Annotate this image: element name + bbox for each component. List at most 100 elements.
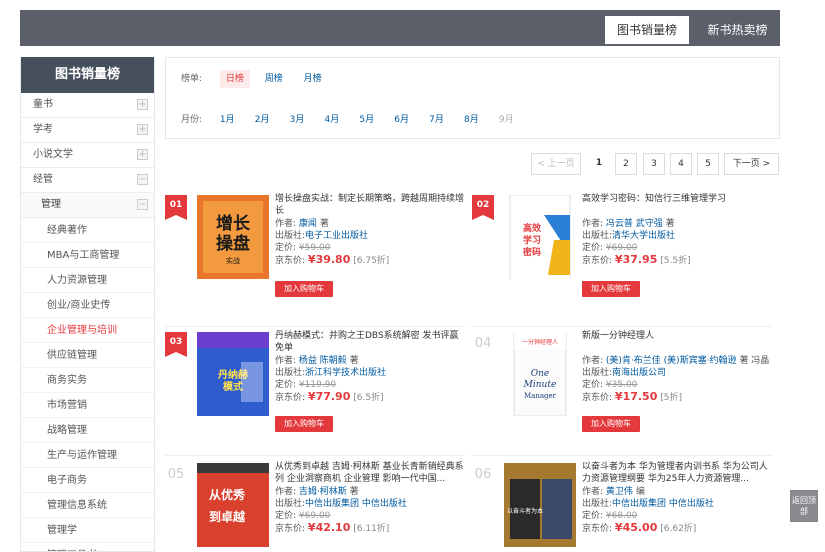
sidebar-leaf[interactable]: 供应链管理: [21, 343, 154, 368]
book-title[interactable]: 丹纳赫模式：并购之王DBS系统解密 发书评赢免单: [275, 330, 465, 354]
page-button[interactable]: 5: [697, 153, 719, 175]
board-option-daily[interactable]: 日榜: [219, 70, 250, 88]
category-label: 经管: [33, 174, 53, 185]
list-price-label: 定价:: [582, 243, 604, 253]
book-cover[interactable]: 以奋斗者为本: [504, 463, 576, 547]
sidebar-leaf[interactable]: 生产与运作管理: [21, 443, 154, 468]
page-button[interactable]: 2: [615, 153, 637, 175]
category-business[interactable]: 经管 −: [21, 168, 154, 193]
add-to-cart-button[interactable]: 加入购物车: [582, 416, 640, 432]
svg-text:以奋斗者为本: 以奋斗者为本: [507, 507, 543, 515]
board-option-weekly[interactable]: 周榜: [259, 70, 289, 88]
author-label: 作者:: [582, 219, 604, 229]
book-title[interactable]: 以奋斗者为本 华为管理者内训书系 华为公司人力资源管理纲要 华为25年人力资源管…: [582, 461, 772, 485]
add-to-cart-button[interactable]: 加入购物车: [582, 281, 640, 297]
add-to-cart-button[interactable]: 加入购物车: [275, 416, 333, 432]
sidebar-leaf[interactable]: 经典著作: [21, 218, 154, 243]
author-link[interactable]: 杨益 陈朝毅: [299, 356, 347, 366]
sidebar-leaf[interactable]: 管理学: [21, 518, 154, 543]
collapse-icon[interactable]: −: [137, 174, 148, 185]
tab-new-books[interactable]: 新书热卖榜: [695, 16, 780, 44]
book-cover[interactable]: 高效 学习 密码: [504, 195, 576, 279]
month-option[interactable]: 1月: [220, 111, 252, 129]
month-option[interactable]: 7月: [429, 111, 461, 129]
book-cover[interactable]: 一分钟经理人 One Minute Manager: [504, 332, 576, 416]
cover-art-growth: 增长 操盘 实战: [197, 195, 269, 279]
tab-book-sales[interactable]: 图书销量榜: [605, 16, 689, 44]
month-option[interactable]: 5月: [359, 111, 391, 129]
book-cover[interactable]: 丹纳赫 模式: [197, 332, 269, 416]
collapse-icon[interactable]: −: [137, 199, 148, 210]
month-option[interactable]: 4月: [325, 111, 357, 129]
cover-art-minute-manager: 一分钟经理人 One Minute Manager: [513, 332, 567, 416]
sidebar-leaf[interactable]: 管理工具书: [21, 543, 154, 551]
page-button[interactable]: 4: [670, 153, 692, 175]
sidebar-leaf[interactable]: 战略管理: [21, 418, 154, 443]
book-title[interactable]: 增长操盘实战：制定长期策略，跨越周期持续增长: [275, 193, 465, 217]
jd-price-label: 京东价:: [275, 393, 306, 403]
author-link[interactable]: 黄卫伟: [606, 487, 633, 497]
back-to-top-button[interactable]: 返回顶部: [790, 490, 818, 522]
month-option[interactable]: 8月: [464, 111, 496, 129]
sidebar-leaf[interactable]: 管理信息系统: [21, 493, 154, 518]
expand-icon[interactable]: +: [137, 124, 148, 135]
sidebar-leaf[interactable]: 市场营销: [21, 393, 154, 418]
rank-badge: 04: [472, 334, 494, 354]
book-title[interactable]: 高效学习密码：知信行三维管理学习: [582, 193, 772, 217]
book-title[interactable]: 从优秀到卓越 吉姆·柯林斯 基业长青新销经典系列 企业洞察商机 企业管理 影响一…: [275, 461, 465, 485]
category-fiction[interactable]: 小说文学 +: [21, 143, 154, 168]
month-filter-row: 月份: 1月 2月 3月 4月 5月 6月 7月 8月 9月: [181, 111, 531, 129]
book-info: 丹纳赫模式：并购之王DBS系统解密 发书评赢免单 作者: 杨益 陈朝毅 著 出版…: [275, 330, 465, 403]
sidebar-leaf[interactable]: MBA与工商管理: [21, 243, 154, 268]
month-option[interactable]: 3月: [290, 111, 322, 129]
jd-price-label: 京东价:: [582, 256, 613, 266]
add-to-cart-button[interactable]: 加入购物车: [275, 281, 333, 297]
sidebar-leaf[interactable]: 电子商务: [21, 468, 154, 493]
expand-icon[interactable]: +: [137, 99, 148, 110]
list-price: ¥69.00: [605, 243, 638, 253]
jd-price: ¥17.50: [614, 391, 658, 403]
publisher-link[interactable]: 清华大学出版社: [612, 231, 675, 241]
month-label: 月份:: [181, 115, 203, 125]
list-price-label: 定价:: [275, 243, 297, 253]
category-label: 学考: [33, 124, 53, 135]
svg-text:增长: 增长: [216, 213, 251, 234]
expand-icon[interactable]: +: [137, 149, 148, 160]
svg-text:学习: 学习: [523, 234, 541, 246]
book-card: 03 丹纳赫 模式 丹纳赫模式：并购之王DBS系统解密 发书评赢免单 作者: 杨…: [165, 326, 465, 466]
category-label: 童书: [33, 99, 53, 110]
svg-text:密码: 密码: [522, 246, 541, 258]
prev-page-button[interactable]: < 上一页: [531, 153, 581, 175]
next-page-button[interactable]: 下一页 >: [724, 153, 779, 175]
book-cover[interactable]: 从优秀 到卓越: [197, 463, 269, 547]
svg-text:Minute: Minute: [523, 380, 557, 390]
board-option-monthly[interactable]: 月榜: [298, 70, 328, 88]
publisher-link[interactable]: 浙江科学技术出版社: [305, 368, 386, 378]
book-card: 01 增长 操盘 实战 增长操盘实战：制定长期策略，跨越周期持续增长 作者: 康…: [165, 193, 465, 333]
page-button[interactable]: 3: [643, 153, 665, 175]
category-label: 小说文学: [33, 149, 73, 160]
author-link[interactable]: (美)肯·布兰佳 (美)斯宾塞·约翰逊: [606, 356, 737, 366]
category-exam[interactable]: 学考 +: [21, 118, 154, 143]
author-link[interactable]: 冯云普 武守强: [606, 219, 663, 229]
sidebar-leaf[interactable]: 创业/商业史传: [21, 293, 154, 318]
card-divider: [472, 455, 772, 456]
month-option[interactable]: 6月: [394, 111, 426, 129]
author-link[interactable]: 康闻: [299, 219, 317, 229]
sidebar-leaf[interactable]: 人力资源管理: [21, 268, 154, 293]
sidebar-leaf[interactable]: 商务实务: [21, 368, 154, 393]
author-link[interactable]: 吉姆·柯林斯: [299, 487, 347, 497]
subcategory-management[interactable]: 管理 −: [21, 193, 154, 218]
publisher-link[interactable]: 中信出版集团 中信出版社: [305, 499, 407, 509]
rank-badge: 02: [472, 195, 494, 220]
category-children[interactable]: 童书 +: [21, 93, 154, 118]
page-current[interactable]: 1: [589, 153, 609, 175]
sidebar-leaf-active[interactable]: 企业管理与培训: [21, 318, 154, 343]
book-cover[interactable]: 增长 操盘 实战: [197, 195, 269, 279]
publisher-link[interactable]: 电子工业出版社: [305, 231, 368, 241]
publisher-link[interactable]: 南海出版公司: [612, 368, 666, 378]
book-title[interactable]: 新版一分钟经理人: [582, 330, 772, 354]
publisher-link[interactable]: 中信出版集团 中信出版社: [612, 499, 714, 509]
month-option[interactable]: 2月: [255, 111, 287, 129]
author-suffix: 著 冯晶 译: [739, 356, 772, 366]
